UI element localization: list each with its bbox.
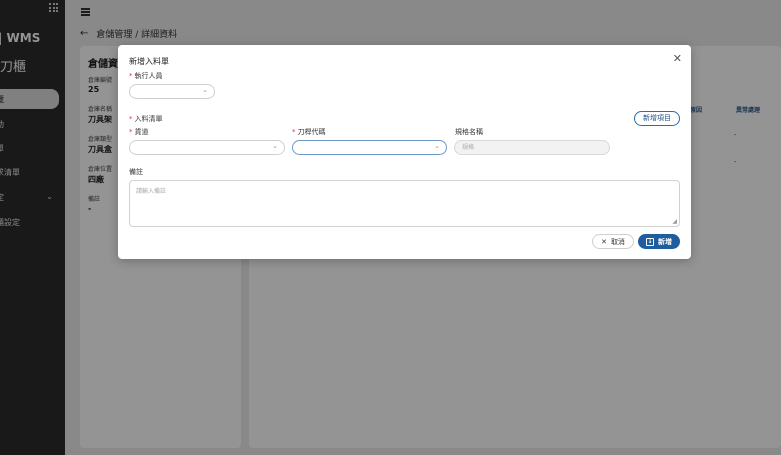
tool-code-label-text: 刀桿代碼 — [297, 128, 326, 136]
resize-handle-icon[interactable]: ◢ — [672, 218, 677, 225]
submit-button[interactable]: ↓ 新增 — [638, 234, 680, 249]
remark-label: 備註 — [129, 168, 143, 176]
slot-label: * 貨道 — [129, 127, 149, 137]
executor-select[interactable]: ⌄ — [129, 84, 215, 99]
spec-label: 規格名稱 — [455, 128, 483, 136]
tool-code-select[interactable]: ⌄ — [292, 140, 447, 155]
remark-textarea[interactable]: 請輸入備註 ◢ — [129, 180, 680, 227]
chevron-down-icon: ⌄ — [202, 86, 208, 94]
chevron-down-icon: ⌄ — [272, 142, 278, 150]
tool-code-label: * 刀桿代碼 — [292, 127, 326, 137]
chevron-down-icon: ⌄ — [434, 142, 440, 150]
slot-select[interactable]: ⌄ — [129, 140, 285, 155]
cancel-label: 取消 — [610, 237, 625, 246]
required-mark: * — [129, 128, 133, 136]
cancel-button[interactable]: ✕ 取消 — [592, 234, 634, 249]
spec-input: 規格 — [454, 140, 610, 155]
remark-placeholder: 請輸入備註 — [136, 188, 167, 195]
close-icon: ✕ — [601, 237, 607, 246]
download-icon: ↓ — [646, 237, 654, 246]
required-mark: * — [292, 128, 296, 136]
add-inbound-modal: 新增入料單 ✕ * 執行人員 ⌄ * 入料清單 新增項目 * 貨道 ⌄ * 刀桿代碼 ⌄… — [118, 45, 691, 259]
executor-label-text: 執行人員 — [134, 72, 163, 80]
submit-label: 新增 — [658, 237, 672, 246]
executor-label: * 執行人員 — [129, 71, 163, 81]
required-mark: * — [129, 72, 133, 80]
inbound-list-label: * 入料清單 — [129, 114, 163, 124]
inbound-list-label-text: 入料清單 — [134, 115, 163, 123]
modal-title: 新增入料單 — [129, 57, 169, 66]
slot-label-text: 貨道 — [134, 128, 149, 136]
required-mark: * — [129, 115, 133, 123]
add-item-button[interactable]: 新增項目 — [634, 111, 680, 126]
close-icon[interactable]: ✕ — [673, 52, 682, 65]
